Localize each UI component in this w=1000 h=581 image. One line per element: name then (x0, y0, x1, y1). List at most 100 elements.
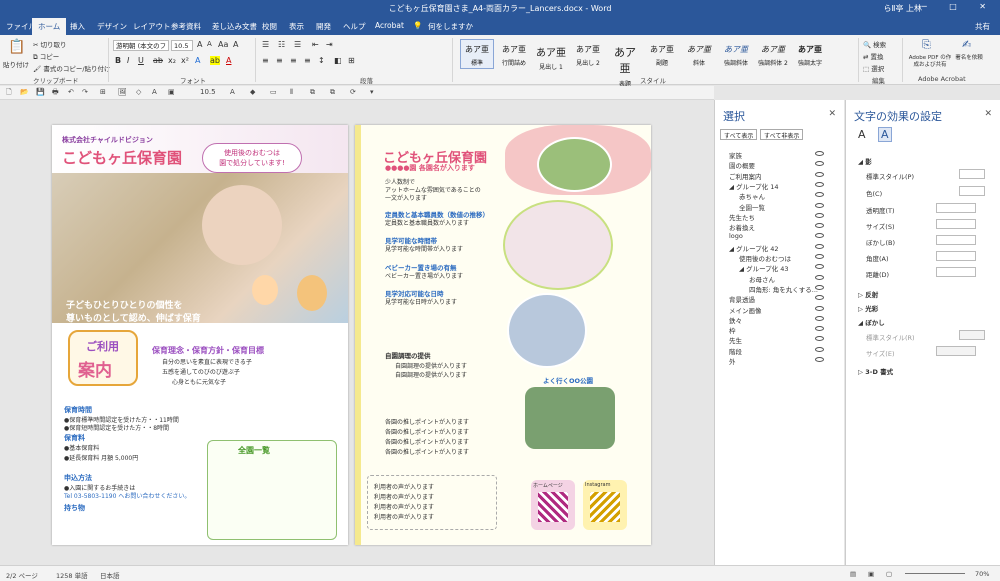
style-intense-emphasis2[interactable]: あア亜 強調斜体 2 (756, 39, 790, 69)
selection-item[interactable]: ◢ グループ化 43 (739, 263, 789, 273)
selection-item[interactable]: 背景透過 (729, 294, 755, 304)
read-mode-icon[interactable]: ▤ (850, 570, 856, 578)
eye-icon[interactable] (815, 284, 824, 290)
numbering-icon[interactable]: ☷ (278, 40, 285, 49)
sign-request-icon[interactable]: ✍ (962, 38, 971, 51)
bring-forward-icon[interactable]: ⧉ (310, 88, 315, 97)
increase-indent-icon[interactable]: ⇥ (326, 40, 333, 49)
find-button[interactable]: 🔍 検索 (863, 39, 886, 49)
distance-input[interactable] (936, 267, 976, 277)
share-button[interactable]: 共有 (975, 21, 990, 32)
picture-icon[interactable]: 🖼 (118, 88, 127, 96)
selection-item[interactable]: 先生たち (729, 212, 755, 222)
selection-item[interactable]: 先生 (729, 335, 742, 345)
cut-button[interactable]: ✂ 切り取り (33, 39, 67, 49)
grow-font-icon[interactable]: A (197, 40, 202, 49)
create-pdf-button[interactable]: Adobe PDF の作成および共有 (906, 55, 954, 69)
eye-icon[interactable] (815, 254, 824, 259)
tab-help[interactable]: ヘルプ (343, 21, 366, 32)
save-icon[interactable]: 💾 (36, 88, 45, 96)
textbox-icon[interactable]: A (152, 88, 157, 96)
text-effects-icon[interactable]: A (195, 56, 200, 65)
account-name[interactable]: らⅡ亭 上林 (884, 3, 922, 14)
tab-acrobat[interactable]: Acrobat (375, 21, 404, 30)
paste-button[interactable]: 貼り付け (3, 59, 29, 69)
selection-item[interactable]: お着換え (729, 222, 755, 232)
font-size-quick[interactable]: 10.5 (200, 88, 216, 96)
selection-item[interactable]: 園の概要 (729, 160, 755, 170)
style-emphasis[interactable]: あア亜 斜体 (682, 39, 716, 69)
table-icon[interactable]: ⊞ (100, 88, 106, 96)
format-painter-button[interactable]: 🖌 書式のコピー/貼り付け (33, 63, 111, 73)
selection-item[interactable]: 使用後のおむつは (739, 253, 791, 263)
shape-outline-icon[interactable]: ▭ (270, 88, 277, 96)
replace-button[interactable]: ⇄ 置換 (863, 51, 884, 61)
superscript-icon[interactable]: x² (181, 56, 189, 65)
tab-insert[interactable]: 挿入 (70, 21, 85, 32)
font-color-icon[interactable]: A (226, 56, 231, 65)
shadow-color-dropdown[interactable] (959, 186, 985, 196)
rotate-icon[interactable]: ⟳ (350, 88, 356, 96)
web-layout-icon[interactable]: ▢ (886, 570, 892, 578)
align-left-icon[interactable]: ≡ (262, 56, 269, 65)
style-no-spacing[interactable]: あア亜 行間詰め (497, 39, 531, 69)
page-1[interactable]: 株式会社チャイルドビジョン こどもヶ丘保育園 使用後のおむつは 園で処分していま… (52, 125, 348, 545)
eye-icon[interactable] (815, 223, 824, 229)
send-backward-icon[interactable]: ⧉ (330, 88, 335, 97)
selection-item[interactable]: 枠 (729, 325, 736, 335)
select-button[interactable]: ⬚ 選択 (863, 63, 884, 73)
tab-view[interactable]: 表示 (289, 21, 304, 32)
borders-icon[interactable]: ⊞ (348, 56, 355, 65)
pdf-create-icon[interactable]: ⎘ (922, 38, 931, 52)
align-objects-icon[interactable]: ⫴ (290, 88, 293, 97)
text-fill-icon[interactable]: A (858, 128, 866, 141)
show-all-button[interactable]: すべて表示 (720, 129, 758, 140)
eye-icon[interactable] (815, 295, 824, 301)
bullets-icon[interactable]: ☰ (262, 40, 269, 49)
more-icon[interactable]: ▾ (370, 88, 374, 96)
eye-icon[interactable] (815, 264, 824, 270)
bold-icon[interactable]: B (115, 56, 121, 65)
window-controls[interactable]: ─ □ ✕ (922, 2, 996, 11)
font-name-combo[interactable]: 游明朝 (本文のフ (113, 40, 169, 51)
zoom-level[interactable]: 70% (975, 570, 989, 578)
page-count[interactable]: 2/2 ページ (6, 570, 38, 580)
language[interactable]: 日本語 (100, 570, 120, 580)
strikethrough-icon[interactable]: ab (153, 56, 163, 65)
shrink-font-icon[interactable]: A (207, 40, 212, 48)
eye-icon[interactable] (815, 326, 824, 332)
eye-icon[interactable] (815, 274, 824, 280)
change-case-icon[interactable]: Aa (218, 40, 228, 49)
style-subtitle[interactable]: あア亜 副題 (645, 39, 679, 69)
tab-review[interactable]: 校閲 (262, 21, 277, 32)
eye-icon[interactable] (815, 202, 824, 208)
selection-item[interactable]: 四角形: 角を丸くする... (749, 284, 818, 294)
request-signature-button[interactable]: 署名を依頼 (955, 55, 983, 62)
transparency-input[interactable] (936, 203, 976, 213)
new-doc-icon[interactable]: 🗋 (6, 88, 12, 99)
selection-item[interactable]: logo (729, 232, 743, 240)
text-effects-tab-icon[interactable]: A (878, 127, 892, 142)
highlight-icon[interactable]: ab (210, 56, 220, 65)
group-icon[interactable]: ▣ (168, 88, 175, 96)
font-size-combo[interactable]: 10.5 (171, 40, 193, 51)
selection-item[interactable]: お母さん (749, 274, 775, 284)
shape-icon[interactable]: ◇ (136, 88, 141, 96)
selection-item[interactable]: 家族 (729, 150, 742, 160)
justify-icon[interactable]: ≡ (304, 56, 311, 65)
print-layout-icon[interactable]: ▣ (868, 570, 874, 578)
tab-developer[interactable]: 開発 (316, 21, 331, 32)
close-icon[interactable]: ✕ (984, 109, 992, 119)
selection-item[interactable]: ◢ グループ化 14 (729, 181, 779, 191)
align-right-icon[interactable]: ≡ (290, 56, 297, 65)
shape-fill-icon[interactable]: ◆ (250, 88, 255, 96)
3d-format-section[interactable]: ▷ 3-D 書式 (858, 366, 893, 376)
word-count[interactable]: 1258 単語 (56, 570, 88, 580)
reflection-section[interactable]: ▷ 反射 (858, 289, 878, 299)
style-intense-emphasis[interactable]: あア亜 強調斜体 (719, 39, 753, 69)
undo-icon[interactable]: ↶ (68, 88, 74, 96)
style-strong[interactable]: あア亜 強調太字 (793, 39, 827, 69)
selection-item[interactable]: ご利用案内 (729, 171, 762, 181)
eye-icon[interactable] (815, 305, 824, 311)
align-center-icon[interactable]: ≡ (276, 56, 283, 65)
